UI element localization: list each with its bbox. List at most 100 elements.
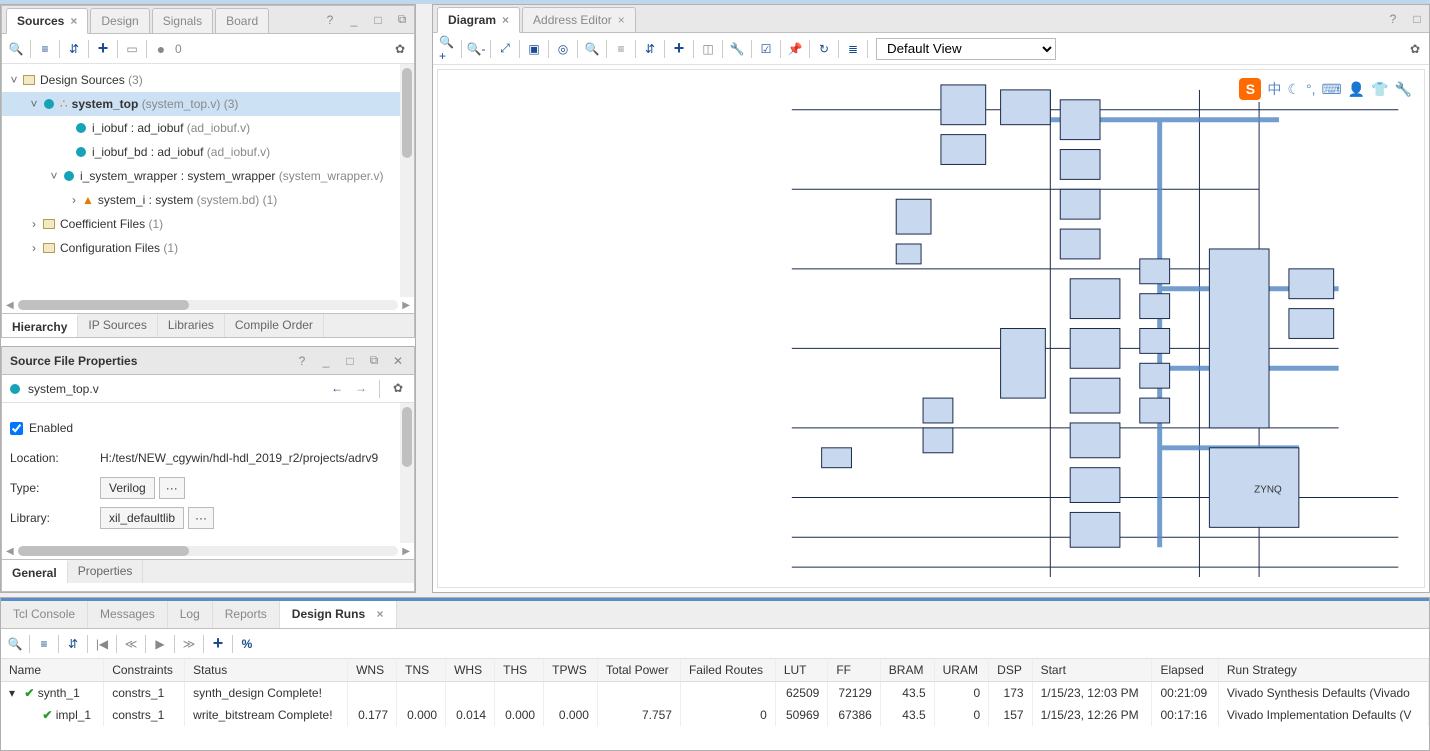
col-run-strategy[interactable]: Run Strategy — [1218, 659, 1428, 682]
chevron-right-icon[interactable]: › — [28, 241, 40, 255]
tree-row-iobuf-bd[interactable]: i_iobuf_bd : ad_iobuf (ad_iobuf.v) — [2, 140, 414, 164]
tab-signals[interactable]: Signals — [152, 8, 213, 34]
chevron-right-icon[interactable]: › — [28, 217, 40, 231]
btab-hierarchy[interactable]: Hierarchy — [2, 314, 78, 337]
ime-skin-icon[interactable]: 👕 — [1371, 81, 1388, 98]
tab-board[interactable]: Board — [215, 8, 269, 34]
doc-icon[interactable]: ▭ — [124, 41, 140, 57]
maximize-icon[interactable]: □ — [342, 353, 358, 369]
col-tns[interactable]: TNS — [397, 659, 446, 682]
tree-row-system-wrapper[interactable]: ˅ i_system_wrapper : system_wrapper (sys… — [2, 164, 414, 188]
ime-settings-icon[interactable]: 🔧 — [1395, 81, 1412, 98]
ime-punct-icon[interactable]: °, — [1306, 81, 1316, 97]
chevron-right-icon[interactable]: › — [68, 193, 80, 207]
tab-diagram[interactable]: Diagram× — [437, 7, 520, 33]
btab-compile-order[interactable]: Compile Order — [225, 314, 324, 337]
horizontal-scrollbar[interactable]: ◀▶ — [2, 543, 414, 559]
value-library[interactable]: xil_defaultlib — [100, 507, 184, 529]
ime-lang-icon[interactable]: 中 — [1267, 79, 1281, 99]
search-icon[interactable]: 🔍 — [7, 636, 23, 652]
design-runs-table[interactable]: NameConstraintsStatusWNSTNSWHSTHSTPWSTot… — [1, 659, 1429, 750]
close-icon[interactable]: ✕ — [390, 353, 406, 369]
chevron-down-icon[interactable]: ˅ — [48, 169, 60, 183]
col-bram[interactable]: BRAM — [880, 659, 934, 682]
ime-moon-icon[interactable]: ☾ — [1287, 81, 1300, 98]
diagram-canvas[interactable]: ZYNQ S 中 ☾ °, ⌨ 👤 👕 🔧 — [437, 69, 1425, 588]
regenerate-icon[interactable]: ↻ — [816, 41, 832, 57]
col-tpws[interactable]: TPWS — [544, 659, 598, 682]
col-status[interactable]: Status — [185, 659, 348, 682]
close-icon[interactable]: × — [376, 607, 383, 621]
close-icon[interactable]: × — [502, 13, 509, 27]
ime-toolbar[interactable]: S 中 ☾ °, ⌨ 👤 👕 🔧 — [1235, 76, 1416, 102]
tree-row-system-top[interactable]: ˅ ∴ system_top (system_top.v) (3) — [2, 92, 414, 116]
value-type[interactable]: Verilog — [100, 477, 155, 499]
layers-icon[interactable]: ≣ — [845, 41, 861, 57]
col-failed-routes[interactable]: Failed Routes — [680, 659, 775, 682]
sort-icon[interactable]: ⇵ — [65, 636, 81, 652]
forward-icon[interactable]: → — [353, 380, 369, 396]
col-dsp[interactable]: DSP — [989, 659, 1032, 682]
col-total-power[interactable]: Total Power — [597, 659, 680, 682]
restore-icon[interactable]: ⧉ — [394, 12, 410, 28]
tab-sources[interactable]: Sources× — [6, 8, 88, 34]
sogou-icon[interactable]: S — [1239, 78, 1261, 100]
bp-tab-messages[interactable]: Messages — [88, 601, 168, 628]
gear-icon[interactable]: ✿ — [392, 41, 408, 57]
play-icon[interactable]: ▶ — [152, 636, 168, 652]
percent-icon[interactable]: % — [239, 636, 255, 652]
select-area-icon[interactable]: ▣ — [526, 41, 542, 57]
target-icon[interactable]: ◎ — [555, 41, 571, 57]
bp-tab-design-runs[interactable]: Design Runs × — [280, 601, 397, 628]
validate-icon[interactable]: ☑ — [758, 41, 774, 57]
zoom-in-icon[interactable]: 🔍+ — [439, 41, 455, 57]
tree-row-system-i[interactable]: › ▲ system_i : system (system.bd) (1) — [2, 188, 414, 212]
btab-libraries[interactable]: Libraries — [158, 314, 225, 337]
expand-toggle-icon[interactable]: ⇵ — [66, 41, 82, 57]
collapse-icon[interactable]: ≡ — [613, 41, 629, 57]
tab-design[interactable]: Design — [90, 8, 149, 34]
pin-icon[interactable]: 📌 — [787, 41, 803, 57]
col-start[interactable]: Start — [1032, 659, 1152, 682]
sort-icon[interactable]: ⇵ — [642, 41, 658, 57]
table-row[interactable]: ▾ ✔ synth_1constrs_1synth_design Complet… — [1, 682, 1429, 705]
next-icon[interactable]: ≫ — [181, 636, 197, 652]
minimize-icon[interactable]: _ — [318, 353, 334, 369]
col-constraints[interactable]: Constraints — [104, 659, 185, 682]
ime-user-icon[interactable]: 👤 — [1348, 81, 1365, 98]
vertical-scrollbar[interactable] — [400, 64, 414, 297]
maximize-icon[interactable]: □ — [370, 12, 386, 28]
col-wns[interactable]: WNS — [348, 659, 397, 682]
vertical-scrollbar[interactable] — [400, 403, 414, 543]
collapse-all-icon[interactable]: ≡ — [36, 636, 52, 652]
view-select[interactable]: Default View — [876, 38, 1056, 60]
search-icon[interactable]: 🔍 — [8, 41, 24, 57]
ime-keyboard-icon[interactable]: ⌨ — [1321, 81, 1341, 98]
btab-general[interactable]: General — [2, 560, 68, 583]
col-whs[interactable]: WHS — [446, 659, 495, 682]
collapse-all-icon[interactable]: ≡ — [37, 41, 53, 57]
bp-tab-tcl[interactable]: Tcl Console — [1, 601, 88, 628]
tree-row-design-sources[interactable]: ˅ Design Sources (3) — [2, 68, 414, 92]
enabled-checkbox[interactable] — [10, 422, 23, 435]
btab-ip-sources[interactable]: IP Sources — [78, 314, 157, 337]
btab-properties[interactable]: Properties — [68, 560, 144, 583]
search-icon[interactable]: 🔍 — [584, 41, 600, 57]
close-icon[interactable]: × — [618, 13, 625, 27]
help-icon[interactable]: ? — [1385, 11, 1401, 27]
tree-row-conf[interactable]: › Configuration Files (1) — [2, 236, 414, 260]
wrench-icon[interactable]: 🔧 — [729, 41, 745, 57]
help-icon[interactable]: ? — [322, 12, 338, 28]
zoom-out-icon[interactable]: 🔍- — [468, 41, 484, 57]
library-more-button[interactable]: ··· — [188, 507, 214, 529]
chevron-down-icon[interactable]: ˅ — [28, 97, 40, 111]
close-icon[interactable]: × — [70, 14, 77, 28]
table-row[interactable]: ✔ impl_1constrs_1write_bitstream Complet… — [1, 704, 1429, 726]
col-name[interactable]: Name — [1, 659, 104, 682]
add-run-icon[interactable]: + — [210, 636, 226, 652]
restore-icon[interactable]: ⧉ — [366, 353, 382, 369]
fit-icon[interactable]: ⤢ — [497, 41, 513, 57]
col-ths[interactable]: THS — [495, 659, 544, 682]
tab-address-editor[interactable]: Address Editor× — [522, 7, 636, 33]
horizontal-scrollbar[interactable]: ◀▶ — [2, 297, 414, 313]
